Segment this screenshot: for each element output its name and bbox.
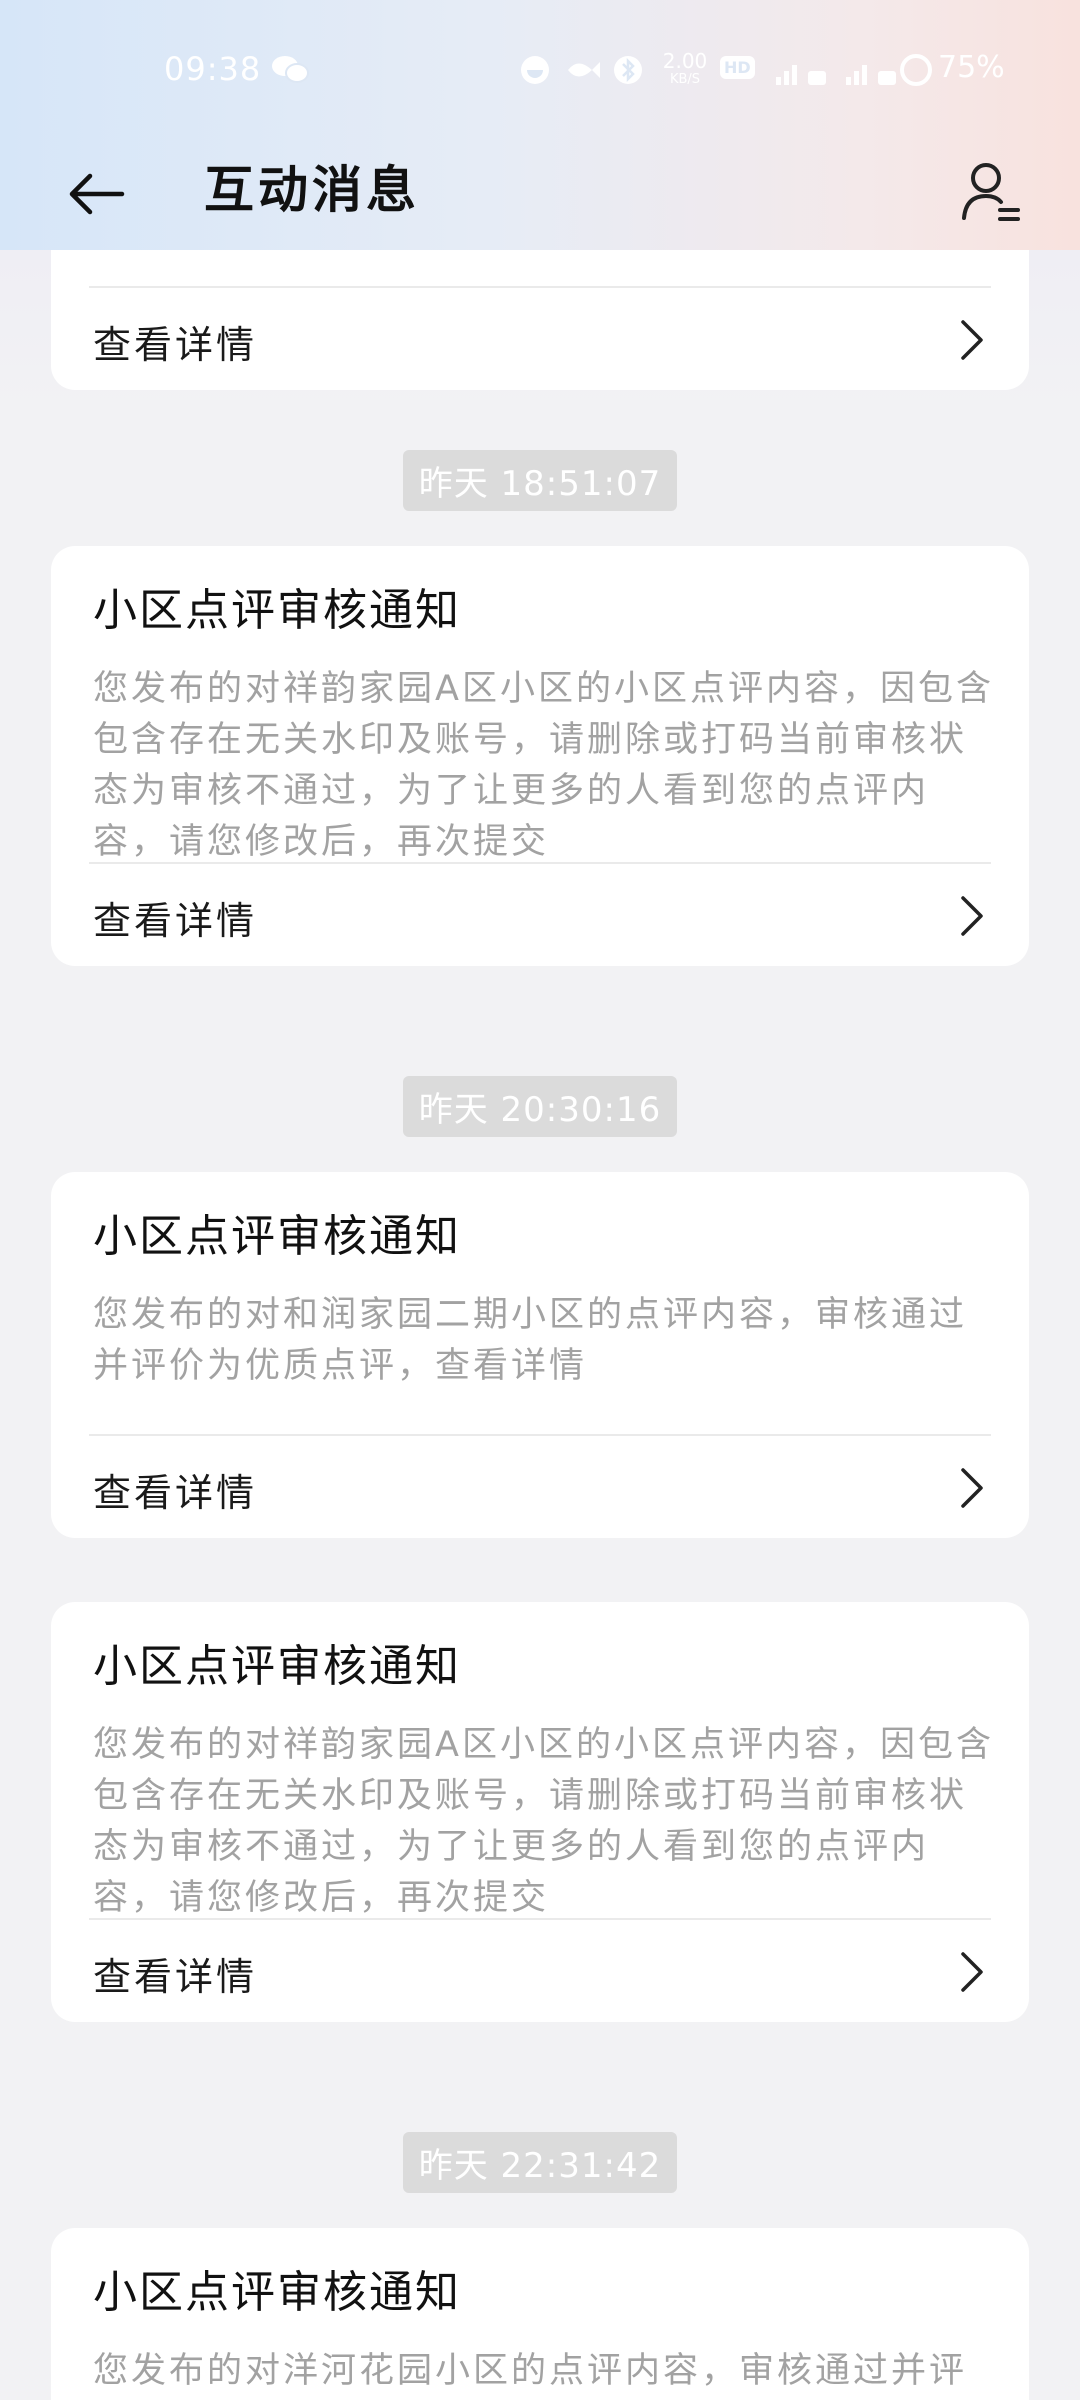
bluetooth-icon bbox=[614, 56, 642, 84]
message-title: 小区点评审核通知 bbox=[93, 1211, 461, 1262]
view-details-button[interactable]: 查看详情 bbox=[51, 864, 1029, 964]
signal-icon bbox=[776, 65, 826, 85]
timestamp: 昨天 20:30:16 bbox=[0, 1076, 1080, 1137]
message-card: 查看详情 bbox=[51, 250, 1029, 390]
message-body: 您发布的对和润家园二期小区的点评内容，审核通过并评价为优质点评，查看详情 bbox=[93, 1295, 968, 1386]
message-list[interactable]: 查看详情 昨天 18:51:07 小区点评审核通知 您发布的对祥韵家园A区小区的… bbox=[0, 250, 1080, 2400]
page-title: 互动消息 bbox=[204, 161, 420, 219]
message-body: 您发布的对洋河花园小区的点评内容，审核通过并评 bbox=[93, 2351, 968, 2391]
chevron-right-icon bbox=[961, 320, 983, 360]
chevron-right-icon bbox=[961, 1468, 983, 1508]
dnd-icon bbox=[521, 56, 549, 84]
view-details-button[interactable]: 查看详情 bbox=[51, 288, 1029, 388]
status-time: 09:38 bbox=[164, 50, 262, 88]
wechat-icon bbox=[272, 56, 309, 83]
net-speed: 2.00 KB/S bbox=[660, 50, 710, 88]
app-header: 互动消息 bbox=[0, 140, 1080, 250]
view-details-button[interactable]: 查看详情 bbox=[51, 1920, 1029, 2020]
message-body: 您发布的对祥韵家园A区小区的小区点评内容，因包含包含存在无关水印及账号，请删除或… bbox=[93, 1725, 994, 1918]
message-card: 小区点评审核通知 您发布的对祥韵家园A区小区的小区点评内容，因包含包含存在无关水… bbox=[51, 1602, 1029, 2022]
user-list-icon bbox=[962, 163, 1020, 221]
message-card: 小区点评审核通知 您发布的对和润家园二期小区的点评内容，审核通过并评价为优质点评… bbox=[51, 1172, 1029, 1538]
net-speed-value: 2.00 bbox=[662, 49, 708, 73]
message-card: 小区点评审核通知 您发布的对祥韵家园A区小区的小区点评内容，因包含包含存在无关水… bbox=[51, 546, 1029, 966]
fish-icon bbox=[568, 62, 600, 78]
timestamp-label: 昨天 18:51:07 bbox=[402, 450, 678, 511]
message-title: 小区点评审核通知 bbox=[93, 2267, 461, 2318]
view-details-button[interactable]: 查看详情 bbox=[51, 1436, 1029, 1536]
signal-icon bbox=[846, 65, 896, 85]
message-card: 小区点评审核通知 您发布的对洋河花园小区的点评内容，审核通过并评 bbox=[51, 2228, 1029, 2400]
timestamp-label: 昨天 20:30:16 bbox=[402, 1076, 678, 1137]
net-speed-unit: KB/S bbox=[669, 72, 701, 87]
view-details-label: 查看详情 bbox=[93, 1471, 258, 1515]
chevron-right-icon bbox=[961, 896, 983, 936]
hd-badge: HD bbox=[720, 56, 755, 79]
message-title: 小区点评审核通知 bbox=[93, 585, 461, 636]
view-details-label: 查看详情 bbox=[93, 323, 258, 367]
message-title: 小区点评审核通知 bbox=[93, 1641, 461, 1692]
profile-button[interactable] bbox=[950, 152, 1030, 232]
arrow-left-icon bbox=[69, 173, 125, 215]
timestamp: 昨天 22:31:42 bbox=[0, 2132, 1080, 2193]
chevron-right-icon bbox=[961, 1952, 983, 1992]
message-body: 您发布的对祥韵家园A区小区的小区点评内容，因包含包含存在无关水印及账号，请删除或… bbox=[93, 669, 994, 862]
back-button[interactable] bbox=[60, 158, 132, 230]
status-bar: 09:38 2.00 KB/S HD 75% bbox=[0, 0, 1080, 140]
timestamp-label: 昨天 22:31:42 bbox=[402, 2132, 678, 2193]
battery-icon bbox=[900, 54, 932, 86]
timestamp: 昨天 18:51:07 bbox=[0, 450, 1080, 511]
battery-percent: 75% bbox=[938, 50, 1005, 85]
view-details-label: 查看详情 bbox=[93, 899, 258, 943]
view-details-label: 查看详情 bbox=[93, 1955, 258, 1999]
